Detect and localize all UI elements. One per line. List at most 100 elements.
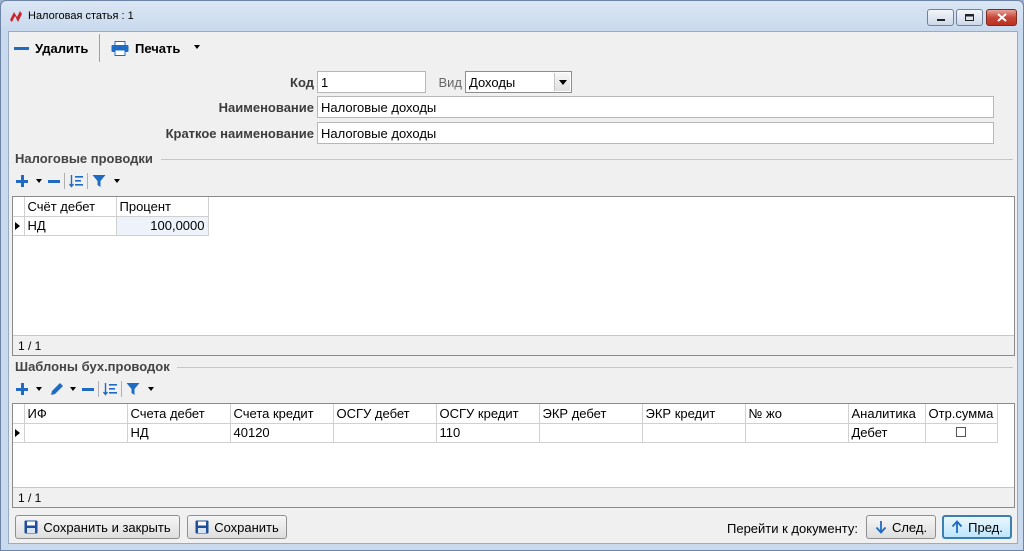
table-cell[interactable] [924, 422, 998, 443]
close-icon [996, 13, 1007, 22]
templates-table: ИФ Счета дебет Счета кредит ОСГУ дебет О… [13, 404, 998, 443]
filter-button[interactable] [92, 171, 106, 191]
column-header[interactable]: № жо [744, 404, 849, 424]
delete-button[interactable]: Удалить [14, 38, 88, 58]
form-client-area: Удалить Печать Код Вид Доходы Наименован… [8, 31, 1018, 544]
column-header[interactable]: ЭКР дебет [538, 404, 643, 424]
remove-entry-button[interactable] [48, 171, 60, 191]
delete-label: Удалить [35, 40, 89, 56]
minimize-icon [936, 18, 945, 21]
add-entry-dropdown[interactable] [36, 171, 42, 191]
chevron-down-icon [36, 387, 42, 391]
short-name-label: Краткое наименование [165, 126, 314, 141]
prev-document-button[interactable]: Пред. [942, 515, 1012, 539]
restore-icon [965, 14, 974, 21]
minus-icon [48, 179, 60, 183]
column-header[interactable]: Процент [115, 197, 209, 217]
plus-icon [16, 175, 28, 187]
arrow-down-icon [875, 521, 887, 534]
table-header-row: ИФ Счета дебет Счета кредит ОСГУ дебет О… [13, 404, 998, 424]
add-template-dropdown[interactable] [36, 379, 42, 399]
table-header-row: Счёт дебет Процент [13, 197, 209, 217]
column-header[interactable]: ЭКР кредит [641, 404, 746, 424]
type-label: Вид [438, 75, 462, 90]
save-button[interactable]: Сохранить [187, 515, 287, 539]
column-header[interactable]: ОСГУ дебет [332, 404, 437, 424]
table-row[interactable]: НД 100,0000 [13, 215, 209, 236]
save-icon [195, 520, 209, 534]
table-cell[interactable]: 40120 [229, 422, 334, 443]
title-bar[interactable]: Налоговая статья : 1 [1, 1, 1023, 31]
name-label: Наименование [218, 100, 314, 115]
column-header[interactable]: Счёт дебет [23, 197, 117, 217]
type-select-arrow[interactable] [554, 73, 570, 91]
row-indicator [13, 422, 25, 443]
chevron-down-icon [148, 387, 154, 391]
next-document-button[interactable]: След. [866, 515, 936, 539]
table-cell[interactable]: НД [23, 215, 117, 236]
tax-entries-grid[interactable]: Счёт дебет Процент НД 100,0000 1 / 1 [12, 196, 1015, 356]
table-cell[interactable] [641, 422, 746, 443]
templates-toolbar [16, 379, 154, 399]
templates-grid[interactable]: ИФ Счета дебет Счета кредит ОСГУ дебет О… [12, 403, 1015, 508]
sort-list-icon [69, 175, 83, 188]
pencil-icon [51, 383, 63, 395]
table-cell[interactable]: Дебет [847, 422, 926, 443]
save-icon [24, 520, 38, 534]
column-header[interactable]: ИФ [23, 404, 128, 424]
chevron-down-icon [36, 179, 42, 183]
print-dropdown-arrow[interactable] [194, 45, 200, 49]
tax-entries-toolbar [16, 171, 120, 191]
toolbar-separator [87, 173, 88, 189]
chevron-down-icon [70, 387, 76, 391]
type-select[interactable]: Доходы [465, 71, 572, 93]
tax-entries-table: Счёт дебет Процент НД 100,0000 [13, 197, 209, 236]
tax-entries-title: Налоговые проводки [15, 151, 153, 166]
type-select-value: Доходы [469, 75, 516, 90]
minimize-button[interactable] [927, 9, 954, 26]
neg-sum-checkbox[interactable] [956, 427, 966, 437]
filter-button[interactable] [126, 379, 140, 399]
edit-template-dropdown[interactable] [70, 379, 76, 399]
table-cell[interactable]: НД [126, 422, 231, 443]
toolbar-separator [121, 381, 122, 397]
table-cell[interactable]: 100,0000 [115, 215, 209, 236]
column-header[interactable]: Счета кредит [229, 404, 334, 424]
table-cell[interactable] [23, 422, 128, 443]
remove-template-button[interactable] [82, 379, 94, 399]
add-entry-button[interactable] [16, 171, 28, 191]
row-indicator [13, 215, 25, 236]
table-cell[interactable] [332, 422, 437, 443]
plus-icon [16, 383, 28, 395]
minus-icon [14, 46, 29, 50]
chevron-down-icon [194, 45, 200, 49]
row-indicator-header [13, 197, 25, 217]
column-header[interactable]: ОСГУ кредит [435, 404, 540, 424]
table-cell[interactable]: 110 [435, 422, 540, 443]
toolbar-separator [98, 381, 99, 397]
add-template-button[interactable] [16, 379, 28, 399]
column-header[interactable]: Аналитика [847, 404, 926, 424]
print-button[interactable]: Печать [111, 38, 180, 58]
table-cell[interactable] [538, 422, 643, 443]
group-divider [177, 367, 1013, 368]
maximize-button[interactable] [956, 9, 983, 26]
table-cell[interactable] [744, 422, 849, 443]
table-row[interactable]: НД 40120 110 Дебет [13, 422, 998, 443]
column-header[interactable]: Счета дебет [126, 404, 231, 424]
edit-template-button[interactable] [50, 379, 64, 399]
sort-button[interactable] [69, 171, 83, 191]
goto-document-label: Перейти к документу: [727, 521, 858, 536]
name-input[interactable] [317, 96, 994, 118]
grid-record-counter: 1 / 1 [13, 487, 1014, 507]
prev-label: Пред. [968, 519, 1003, 535]
column-header[interactable]: Отр.сумма [924, 404, 998, 424]
save-and-close-button[interactable]: Сохранить и закрыть [15, 515, 180, 539]
short-name-input[interactable] [317, 122, 994, 144]
filter-dropdown[interactable] [148, 379, 154, 399]
code-input[interactable] [317, 71, 426, 93]
close-button[interactable] [986, 9, 1017, 26]
sort-list-icon [103, 383, 117, 396]
sort-button[interactable] [103, 379, 117, 399]
filter-dropdown[interactable] [114, 171, 120, 191]
